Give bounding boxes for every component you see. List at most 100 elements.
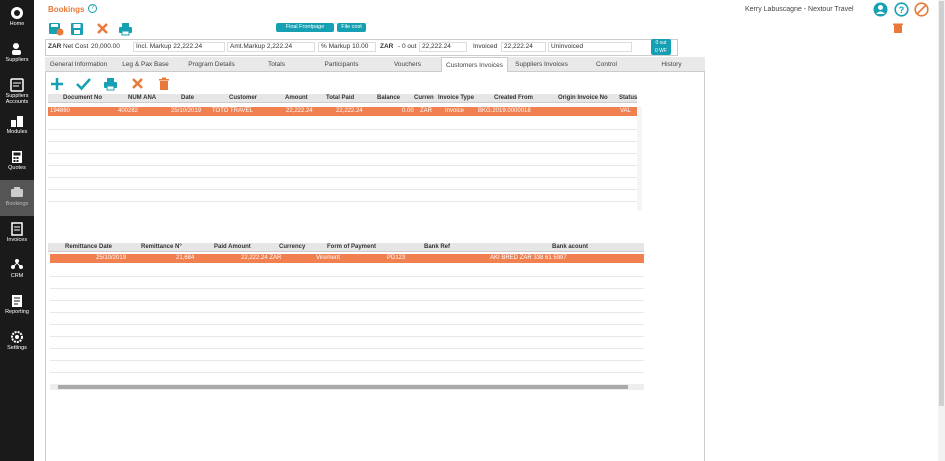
cancel-invoice-button[interactable]	[131, 77, 144, 91]
scrollbar-thumb[interactable]	[939, 1, 944, 406]
final-frontpage-button[interactable]: Final Frontpage	[276, 23, 334, 32]
page-title: Bookings	[48, 5, 85, 14]
invoiced-label: Invoiced	[473, 43, 498, 50]
sidebar-item-suppliers[interactable]: Suppliers	[0, 42, 34, 78]
tab-content	[45, 72, 705, 461]
file-cost-button[interactable]: File cost	[337, 23, 366, 32]
supplier-icon	[12, 43, 21, 55]
page-scrollbar[interactable]	[938, 0, 945, 461]
tab-suppliers-invoices[interactable]: Suppliers Invoices	[508, 57, 575, 72]
delete-invoice-button[interactable]	[158, 77, 170, 91]
out-status-badge[interactable]: 0 out 0 WF	[651, 39, 671, 55]
currency-label-2: ZAR	[380, 43, 394, 50]
sidebar-item-reporting[interactable]: Reporting	[0, 294, 34, 330]
cell-num-ana: 400282	[118, 108, 139, 114]
col-paid-amount[interactable]: Paid Amount	[214, 244, 251, 250]
cell-amount: 22,222.24	[286, 108, 313, 114]
out-value-field[interactable]: 22,222.24	[419, 42, 467, 52]
row-divider	[50, 336, 644, 337]
row-divider	[50, 360, 644, 361]
col-status[interactable]: Status	[619, 95, 637, 101]
row-divider	[48, 177, 637, 178]
print-button[interactable]	[118, 22, 133, 36]
tab-participants[interactable]: Participants	[309, 57, 374, 72]
sidebar-item-settings[interactable]: Settings	[0, 330, 34, 366]
sidebar-item-label: Bookings	[5, 201, 29, 207]
cell-paid-amount: 22,222.24 ZAR	[241, 255, 282, 261]
amt-markup-field[interactable]: Amt.Markup 2,222.24	[227, 42, 315, 52]
cell-created-from: BKG.2019.0000018	[478, 108, 531, 114]
sidebar-item-modules[interactable]: Modules	[0, 114, 34, 150]
sidebar-item-label: Reporting	[5, 309, 29, 315]
col-remittance-no[interactable]: Remittance N°	[141, 244, 182, 250]
add-button[interactable]	[50, 77, 64, 91]
table-row[interactable]: 194860 400282 25/10/2019 TOTO TRAVEL 22,…	[48, 107, 637, 116]
sidebar-item-suppliers-accounts[interactable]: Suppliers Accounts	[0, 78, 34, 114]
cell-bank-account: AKI BRED ZAR 338 61 5997	[490, 255, 567, 261]
logout-icon[interactable]	[914, 2, 929, 17]
tab-general-information[interactable]: General Information	[45, 57, 112, 72]
sidebar-item-invoices[interactable]: Invoices	[0, 222, 34, 258]
bookings-icon	[11, 187, 23, 197]
net-cost-label: Net Cost	[63, 43, 89, 50]
col-created-from[interactable]: Created From	[494, 95, 533, 101]
remittance-horizontal-scrollbar[interactable]	[50, 384, 644, 390]
net-cost-value: 20,000.00	[91, 43, 120, 50]
col-form-of-payment[interactable]: Form of Payment	[327, 244, 376, 250]
cancel-button[interactable]	[96, 22, 109, 36]
col-bank-ref[interactable]: Bank Ref	[424, 244, 450, 250]
validate-button[interactable]	[76, 77, 91, 91]
help-icon[interactable]: ?	[88, 4, 97, 13]
sidebar-item-label: Suppliers Accounts	[5, 93, 29, 105]
trash-icon[interactable]	[892, 22, 904, 34]
sidebar-item-home[interactable]: Home	[0, 6, 34, 42]
sidebar-item-label: Suppliers	[5, 57, 29, 63]
incl-markup-field[interactable]: Incl. Markup 22,222.24	[133, 42, 225, 52]
sidebar-item-crm[interactable]: CRM	[0, 258, 34, 294]
pct-markup-field[interactable]: % Markup 10.00	[318, 42, 376, 52]
tab-leg-pax-base[interactable]: Leg & Pax Base	[112, 57, 179, 72]
invoices-table-header: Document No NUM ANA Date Customer Amount…	[48, 94, 637, 103]
user-profile-icon[interactable]	[873, 2, 888, 17]
col-origin-invoice-no[interactable]: Origin Invoice No	[558, 95, 608, 101]
col-date[interactable]: Date	[181, 95, 194, 101]
sidebar-item-label: Invoices	[6, 237, 28, 243]
col-remittance-date[interactable]: Remittance Date	[65, 244, 112, 250]
save-validate-button[interactable]	[48, 22, 64, 36]
tab-history[interactable]: History	[638, 57, 705, 72]
sidebar-item-label: CRM	[10, 273, 24, 279]
scrollbar-thumb[interactable]	[58, 385, 628, 389]
tab-totals[interactable]: Totals	[244, 57, 309, 72]
uninvoiced-field[interactable]: Uninvoiced	[548, 42, 632, 52]
row-divider	[48, 129, 637, 130]
col-invoice-type[interactable]: Invoice Type	[438, 95, 474, 101]
user-name: Kerry Labuscagne - Nextour Travel	[745, 6, 854, 13]
print-invoice-button[interactable]	[103, 77, 118, 91]
col-num-ana[interactable]: NUM ANA	[128, 95, 156, 101]
cell-currency: ZAR	[420, 108, 432, 114]
sidebar-item-label: Modules	[6, 129, 28, 135]
tab-program-details[interactable]: Program Details	[179, 57, 244, 72]
table-row[interactable]: 25/10/2019 21,684 22,222.24 ZAR Virement…	[50, 254, 644, 263]
col-currency[interactable]: Curren	[414, 95, 434, 101]
tab-control[interactable]: Control	[575, 57, 638, 72]
sidebar-item-bookings[interactable]: Bookings	[0, 180, 34, 216]
save-button[interactable]	[70, 22, 84, 36]
row-divider	[50, 348, 644, 349]
col-total-paid[interactable]: Total Paid	[326, 95, 354, 101]
row-divider	[50, 312, 644, 313]
help-circle-icon[interactable]: ?	[894, 2, 909, 17]
col-balance[interactable]: Balance	[377, 95, 400, 101]
invoiced-value-field[interactable]: 22,222.24	[501, 42, 546, 52]
calculator-icon	[12, 151, 22, 163]
invoice-icon	[11, 222, 23, 236]
tab-customers-invoices[interactable]: Customers Invoices	[441, 57, 508, 72]
tab-vouchers[interactable]: Vouchers	[374, 57, 441, 72]
col-currency[interactable]: Currency	[279, 244, 305, 250]
col-document-no[interactable]: Document No	[63, 95, 102, 101]
col-customer[interactable]: Customer	[229, 95, 257, 101]
remittance-table-header: Remittance Date Remittance N° Paid Amoun…	[48, 243, 644, 252]
col-bank-account[interactable]: Bank acount	[552, 244, 588, 250]
col-amount[interactable]: Amount	[285, 95, 308, 101]
invoices-scrollbar[interactable]	[637, 107, 642, 211]
